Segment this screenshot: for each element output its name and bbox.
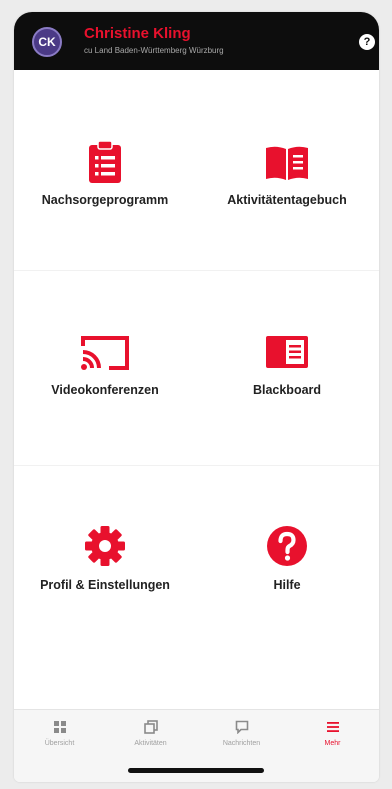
- tile-label: Blackboard: [252, 383, 322, 397]
- gear-icon: [85, 526, 125, 566]
- menu-grid: Nachsorgeprogramm Aktivitätentagebuch Vi…: [14, 70, 379, 740]
- tile-aktivitaetentagebuch[interactable]: Aktivitätentagebuch: [196, 70, 378, 260]
- tab-aktivitaeten[interactable]: Aktivitäten: [105, 720, 196, 760]
- tab-nachrichten[interactable]: Nachrichten: [196, 720, 287, 760]
- tab-mehr[interactable]: Mehr: [287, 720, 378, 760]
- tab-uebersicht[interactable]: Übersicht: [14, 720, 105, 760]
- tab-label: Übersicht: [44, 740, 75, 747]
- grid-icon: [53, 721, 66, 733]
- tab-label: Aktivitäten: [134, 740, 167, 747]
- tile-label: Nachsorgeprogramm: [41, 193, 169, 207]
- tab-label: Nachrichten: [222, 740, 261, 747]
- home-indicator: [128, 768, 264, 773]
- app-screen: CK Christine Kling cu Land Baden-Württem…: [14, 12, 379, 782]
- tile-label: Aktivitätentagebuch: [227, 193, 347, 207]
- stack-icon: [143, 720, 158, 734]
- open-book-icon: [266, 146, 308, 180]
- menu-icon: [326, 722, 339, 732]
- cast-screen-icon: [81, 336, 129, 370]
- user-avatar[interactable]: CK: [32, 27, 62, 57]
- tile-label: Profil & Einstellungen: [40, 578, 170, 592]
- chat-icon: [235, 720, 248, 734]
- tile-label: Videokonferenzen: [51, 383, 159, 397]
- app-header: CK Christine Kling cu Land Baden-Württem…: [14, 12, 379, 70]
- tile-videokonferenzen[interactable]: Videokonferenzen: [14, 260, 196, 450]
- help-circle-icon: [267, 526, 307, 566]
- user-subtitle: cu Land Baden-Württemberg Würzburg: [84, 46, 224, 55]
- tile-profil-einstellungen[interactable]: Profil & Einstellungen: [14, 455, 196, 645]
- tab-label: Mehr: [324, 740, 341, 747]
- tile-label: Hilfe: [273, 578, 301, 592]
- tile-nachsorgeprogramm[interactable]: Nachsorgeprogramm: [14, 70, 196, 260]
- tile-hilfe[interactable]: Hilfe: [196, 455, 378, 645]
- user-name: Christine Kling: [84, 25, 191, 42]
- clipboard-list-icon: [89, 140, 121, 183]
- question-circle-icon[interactable]: ?: [359, 34, 375, 50]
- tile-blackboard[interactable]: Blackboard: [196, 260, 378, 450]
- board-icon: [266, 336, 308, 368]
